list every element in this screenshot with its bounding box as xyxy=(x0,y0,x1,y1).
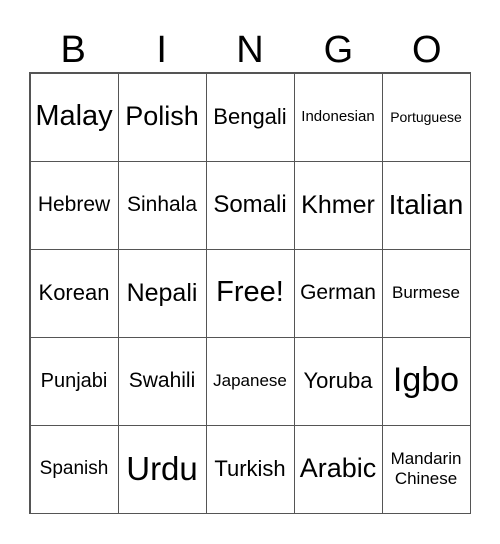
bingo-cell[interactable]: Swahili xyxy=(117,336,207,426)
bingo-cell[interactable]: Italian xyxy=(381,160,471,250)
bingo-cell[interactable]: Portuguese xyxy=(381,72,471,162)
bingo-cell[interactable]: Bengali xyxy=(205,72,295,162)
bingo-cell[interactable]: Burmese xyxy=(381,248,471,338)
bingo-cell[interactable]: Igbo xyxy=(381,336,471,426)
bingo-cell[interactable]: Polish xyxy=(117,72,207,162)
bingo-grid: Malay Polish Bengali Indonesian Portuguese He… xyxy=(29,72,471,514)
bingo-cell[interactable]: German xyxy=(293,248,383,338)
bingo-cell[interactable]: Turkish xyxy=(205,424,295,514)
bingo-cell[interactable]: Hebrew xyxy=(29,160,119,250)
bingo-cell[interactable]: Khmer xyxy=(293,160,383,250)
bingo-cell[interactable]: Spanish xyxy=(29,424,119,514)
bingo-cell[interactable]: Korean xyxy=(29,248,119,338)
bingo-cell[interactable]: Malay xyxy=(29,72,119,162)
header-letter-i: I xyxy=(156,29,167,71)
bingo-cell[interactable]: Sinhala xyxy=(117,160,207,250)
bingo-cell[interactable]: Somali xyxy=(205,160,295,250)
header-letter-n: N xyxy=(236,29,264,71)
bingo-cell[interactable]: Japanese xyxy=(205,336,295,426)
bingo-cell[interactable]: Nepali xyxy=(117,248,207,338)
bingo-cell[interactable]: Indonesian xyxy=(293,72,383,162)
header-letter-b: B xyxy=(60,29,86,71)
bingo-cell[interactable]: Mandarin Chinese xyxy=(381,424,471,514)
bingo-cell[interactable]: Free! xyxy=(205,248,295,338)
bingo-header: B I N G O xyxy=(29,28,471,72)
header-letter-o: O xyxy=(412,29,442,71)
bingo-cell[interactable]: Punjabi xyxy=(29,336,119,426)
bingo-cell[interactable]: Urdu xyxy=(117,424,207,514)
header-letter-g: G xyxy=(323,29,354,71)
bingo-cell[interactable]: Yoruba xyxy=(293,336,383,426)
bingo-cell[interactable]: Arabic xyxy=(293,424,383,514)
